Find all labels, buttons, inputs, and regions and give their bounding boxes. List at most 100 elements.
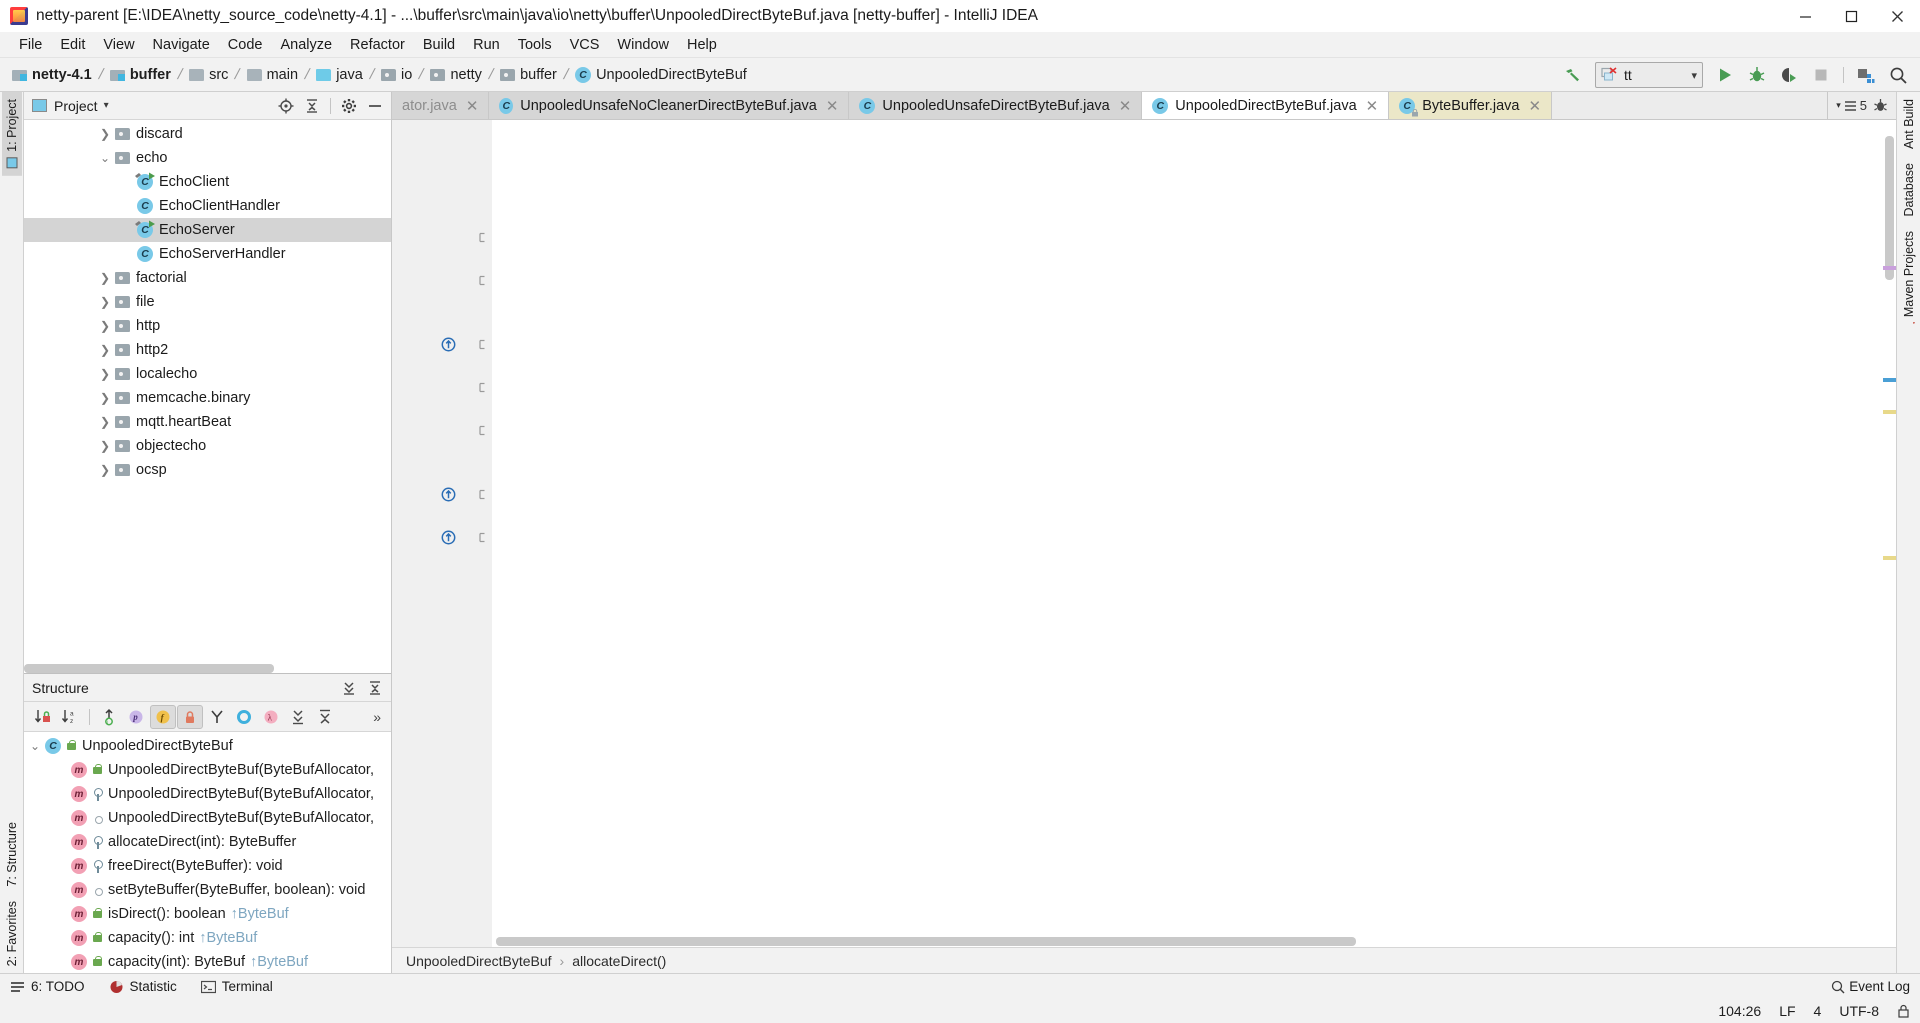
- sort-alphabetically-icon[interactable]: az: [57, 705, 83, 729]
- tree-expander-icon[interactable]: ❯: [98, 319, 112, 333]
- tree-row[interactable]: C EchoServer: [24, 218, 391, 242]
- show-anonymous-icon[interactable]: [204, 705, 230, 729]
- editor-tab-bar[interactable]: ator.java ✕ C UnpooledUnsafeNoCleanerDirect…: [392, 92, 1896, 120]
- tree-expander-icon[interactable]: [54, 931, 68, 945]
- override-marker-icon[interactable]: [441, 337, 456, 352]
- tree-expander-icon[interactable]: [120, 175, 134, 189]
- tree-expander-icon[interactable]: ⌄: [28, 739, 42, 753]
- collapse-all-icon[interactable]: [363, 676, 387, 700]
- tree-expander-icon[interactable]: [54, 955, 68, 969]
- breadcrumb-java[interactable]: java: [314, 66, 365, 84]
- show-fields-icon[interactable]: f: [150, 704, 176, 729]
- tree-row[interactable]: ❯ factorial: [24, 266, 391, 290]
- close-icon[interactable]: ✕: [1119, 97, 1132, 115]
- hide-panel-icon[interactable]: [363, 94, 387, 118]
- close-icon[interactable]: ✕: [1529, 97, 1542, 115]
- event-log-button[interactable]: Event Log: [1831, 979, 1910, 994]
- editor-tab[interactable]: C ByteBuffer.java ✕: [1389, 92, 1553, 119]
- show-inherited-icon[interactable]: i: [96, 705, 122, 729]
- tree-expander-icon[interactable]: ❯: [98, 343, 112, 357]
- tree-expander-icon[interactable]: [120, 247, 134, 261]
- run-configuration-selector[interactable]: tt ▾: [1595, 62, 1703, 88]
- menu-view[interactable]: View: [94, 34, 143, 56]
- breadcrumb-netty[interactable]: netty: [428, 66, 483, 84]
- editor-tab[interactable]: ator.java ✕: [392, 92, 490, 119]
- tree-row[interactable]: C EchoClientHandler: [24, 194, 391, 218]
- line-separator[interactable]: LF: [1779, 1003, 1795, 1019]
- file-encoding[interactable]: UTF-8: [1839, 1003, 1879, 1019]
- tree-expander-icon[interactable]: ❯: [98, 295, 112, 309]
- menu-run[interactable]: Run: [464, 34, 509, 56]
- tree-row[interactable]: ❯ ocsp: [24, 458, 391, 482]
- run-button[interactable]: [1711, 62, 1739, 88]
- tree-row[interactable]: ❯ file: [24, 290, 391, 314]
- maximize-button[interactable]: [1828, 0, 1874, 32]
- build-button[interactable]: [1559, 62, 1587, 88]
- close-icon[interactable]: ✕: [826, 97, 839, 115]
- structure-row[interactable]: m capacity(): int ↑ByteBuf: [24, 926, 391, 950]
- close-button[interactable]: [1874, 0, 1920, 32]
- editor-tab[interactable]: C UnpooledDirectByteBuf.java ✕: [1142, 92, 1390, 119]
- menu-navigate[interactable]: Navigate: [144, 34, 219, 56]
- tree-row[interactable]: C EchoClient: [24, 170, 391, 194]
- collapse-all-icon[interactable]: [300, 94, 324, 118]
- tree-expander-icon[interactable]: [54, 835, 68, 849]
- search-everywhere-icon[interactable]: [1884, 62, 1912, 88]
- tree-expander-icon[interactable]: [120, 199, 134, 213]
- tree-expander-icon[interactable]: [54, 763, 68, 777]
- chevron-down-icon[interactable]: ▾: [104, 100, 109, 111]
- tree-expander-icon[interactable]: [120, 223, 134, 237]
- code-fold-icon[interactable]: [478, 232, 489, 243]
- collapse-all-icon[interactable]: [312, 705, 338, 729]
- more-icon[interactable]: »: [369, 709, 385, 725]
- breadcrumb-src[interactable]: src: [187, 66, 230, 84]
- project-tree-scrollbar[interactable]: [24, 664, 391, 673]
- tree-expander-icon[interactable]: ❯: [98, 439, 112, 453]
- editor-tab[interactable]: C UnpooledUnsafeNoCleanerDirectByteBuf.ja…: [489, 92, 850, 119]
- code-editor[interactable]: [492, 120, 1896, 947]
- tree-row[interactable]: ❯ mqtt.heartBeat: [24, 410, 391, 434]
- tree-expander-icon[interactable]: [54, 811, 68, 825]
- structure-row[interactable]: m isDirect(): boolean ↑ByteBuf: [24, 902, 391, 926]
- stop-button[interactable]: [1807, 62, 1835, 88]
- menu-file[interactable]: File: [10, 34, 51, 56]
- code-fold-icon[interactable]: [478, 489, 489, 500]
- menu-refactor[interactable]: Refactor: [341, 34, 414, 56]
- menu-vcs[interactable]: VCS: [561, 34, 609, 56]
- scrollbar-thumb[interactable]: [496, 937, 1356, 946]
- tree-row[interactable]: ❯ localecho: [24, 362, 391, 386]
- status-item-statistic[interactable]: Statistic: [109, 979, 177, 994]
- tree-row[interactable]: ❯ memcache.binary: [24, 386, 391, 410]
- expand-all-icon[interactable]: [337, 676, 361, 700]
- tree-expander-icon[interactable]: ❯: [98, 271, 112, 285]
- tree-expander-icon[interactable]: ❯: [98, 367, 112, 381]
- menu-edit[interactable]: Edit: [51, 34, 94, 56]
- menu-help[interactable]: Help: [678, 34, 726, 56]
- tree-row[interactable]: C EchoServerHandler: [24, 242, 391, 266]
- project-tree[interactable]: ❯ discard ⌄ echo C EchoClient C EchoClientHandl…: [24, 120, 391, 673]
- structure-row[interactable]: m UnpooledDirectByteBuf(ByteBufAllocator,: [24, 782, 391, 806]
- structure-row[interactable]: m UnpooledDirectByteBuf(ByteBufAllocator,: [24, 758, 391, 782]
- tree-expander-icon[interactable]: ❯: [98, 127, 112, 141]
- breadcrumb-buffer-module[interactable]: buffer: [108, 66, 173, 84]
- editor-vertical-scrollbar[interactable]: [1883, 120, 1896, 947]
- sidebar-item-ant-build[interactable]: Ant Build: [1899, 92, 1919, 156]
- tree-expander-icon[interactable]: ❯: [98, 463, 112, 477]
- scrollbar-thumb[interactable]: [1885, 136, 1894, 280]
- tree-expander-icon[interactable]: [54, 787, 68, 801]
- sort-by-visibility-icon[interactable]: [30, 705, 56, 729]
- tree-expander-icon[interactable]: ⌄: [98, 151, 112, 165]
- code-fold-icon[interactable]: [478, 425, 489, 436]
- breadcrumb-class[interactable]: C UnpooledDirectByteBuf: [573, 66, 749, 84]
- show-interfaces-icon[interactable]: [231, 705, 257, 729]
- debug-button[interactable]: [1743, 62, 1771, 88]
- status-item-terminal[interactable]: Terminal: [200, 979, 273, 994]
- tree-row[interactable]: ❯ objectecho: [24, 434, 391, 458]
- code-fold-icon[interactable]: [478, 339, 489, 350]
- editor-gutter[interactable]: [392, 120, 492, 947]
- code-fold-icon[interactable]: [478, 532, 489, 543]
- sidebar-item-maven-projects[interactable]: m Maven Projects: [1899, 224, 1919, 341]
- sidebar-item-structure[interactable]: 7: Structure: [2, 815, 22, 894]
- structure-row[interactable]: m capacity(int): ByteBuf ↑ByteBuf: [24, 950, 391, 973]
- project-structure-button[interactable]: [1852, 62, 1880, 88]
